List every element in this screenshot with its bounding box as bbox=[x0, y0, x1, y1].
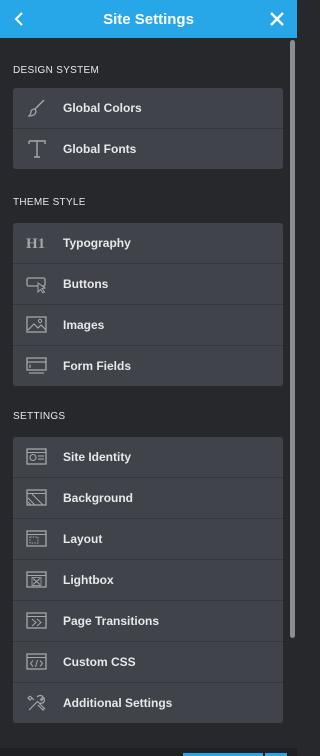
menu-item-label: Lightbox bbox=[63, 573, 114, 587]
menu-item-label: Page Transitions bbox=[63, 614, 160, 628]
menu-item-buttons[interactable]: Buttons bbox=[13, 264, 283, 305]
section-title-theme-style: THEME STYLE bbox=[13, 197, 86, 208]
menu-item-images[interactable]: Images bbox=[13, 305, 283, 346]
form-field-icon bbox=[26, 355, 48, 377]
settings-group: Site Identity Background Layout Lightbox… bbox=[13, 437, 283, 723]
heading-h1-icon: H1 bbox=[26, 232, 48, 254]
background-icon bbox=[26, 487, 48, 509]
menu-item-label: Layout bbox=[63, 532, 103, 546]
menu-item-label: Background bbox=[63, 491, 134, 505]
page-transitions-icon bbox=[26, 610, 48, 632]
close-icon bbox=[269, 11, 285, 27]
menu-item-label: Site Identity bbox=[63, 450, 132, 464]
theme-style-group: H1 Typography Buttons Images Form Fields bbox=[13, 223, 283, 386]
site-settings-panel: Site Settings DESIGN SYSTEM Global Color… bbox=[0, 0, 297, 756]
id-card-icon bbox=[26, 446, 48, 468]
menu-item-global-colors[interactable]: Global Colors bbox=[13, 88, 283, 129]
menu-item-label: Buttons bbox=[63, 277, 109, 291]
chevron-left-icon bbox=[13, 11, 27, 27]
menu-item-form-fields[interactable]: Form Fields bbox=[13, 346, 283, 386]
menu-item-label: Global Colors bbox=[63, 101, 142, 115]
page-title: Site Settings bbox=[103, 10, 194, 28]
menu-item-additional-settings[interactable]: Additional Settings bbox=[13, 683, 283, 723]
image-icon bbox=[26, 314, 48, 336]
scrollbar-thumb[interactable] bbox=[290, 40, 295, 638]
menu-item-label: Form Fields bbox=[63, 359, 132, 373]
svg-text:H1: H1 bbox=[26, 236, 45, 252]
back-button[interactable] bbox=[10, 9, 30, 29]
section-title-design-system: DESIGN SYSTEM bbox=[13, 65, 100, 76]
tools-icon bbox=[26, 692, 48, 714]
menu-item-label: Typography bbox=[63, 236, 131, 250]
menu-item-label: Images bbox=[63, 318, 105, 332]
design-system-group: Global Colors Global Fonts bbox=[13, 88, 283, 169]
menu-item-lightbox[interactable]: Lightbox bbox=[13, 560, 283, 601]
button-cursor-icon bbox=[26, 273, 48, 295]
panel-header: Site Settings bbox=[0, 0, 297, 38]
menu-item-page-transitions[interactable]: Page Transitions bbox=[13, 601, 283, 642]
brush-icon bbox=[26, 97, 48, 119]
menu-item-custom-css[interactable]: Custom CSS bbox=[13, 642, 283, 683]
menu-item-typography[interactable]: H1 Typography bbox=[13, 223, 283, 264]
layout-icon bbox=[26, 528, 48, 550]
menu-item-label: Global Fonts bbox=[63, 142, 137, 156]
code-icon bbox=[26, 651, 48, 673]
menu-item-background[interactable]: Background bbox=[13, 478, 283, 519]
text-t-icon bbox=[26, 138, 48, 160]
section-title-settings: SETTINGS bbox=[13, 411, 66, 422]
menu-item-label: Additional Settings bbox=[63, 696, 173, 710]
menu-item-label: Custom CSS bbox=[63, 655, 136, 669]
close-button[interactable] bbox=[267, 9, 287, 29]
lightbox-icon bbox=[26, 569, 48, 591]
menu-item-global-fonts[interactable]: Global Fonts bbox=[13, 129, 283, 169]
settings-content: DESIGN SYSTEM Global Colors Global Fonts… bbox=[0, 38, 297, 756]
menu-item-site-identity[interactable]: Site Identity bbox=[13, 437, 283, 478]
menu-item-layout[interactable]: Layout bbox=[13, 519, 283, 560]
